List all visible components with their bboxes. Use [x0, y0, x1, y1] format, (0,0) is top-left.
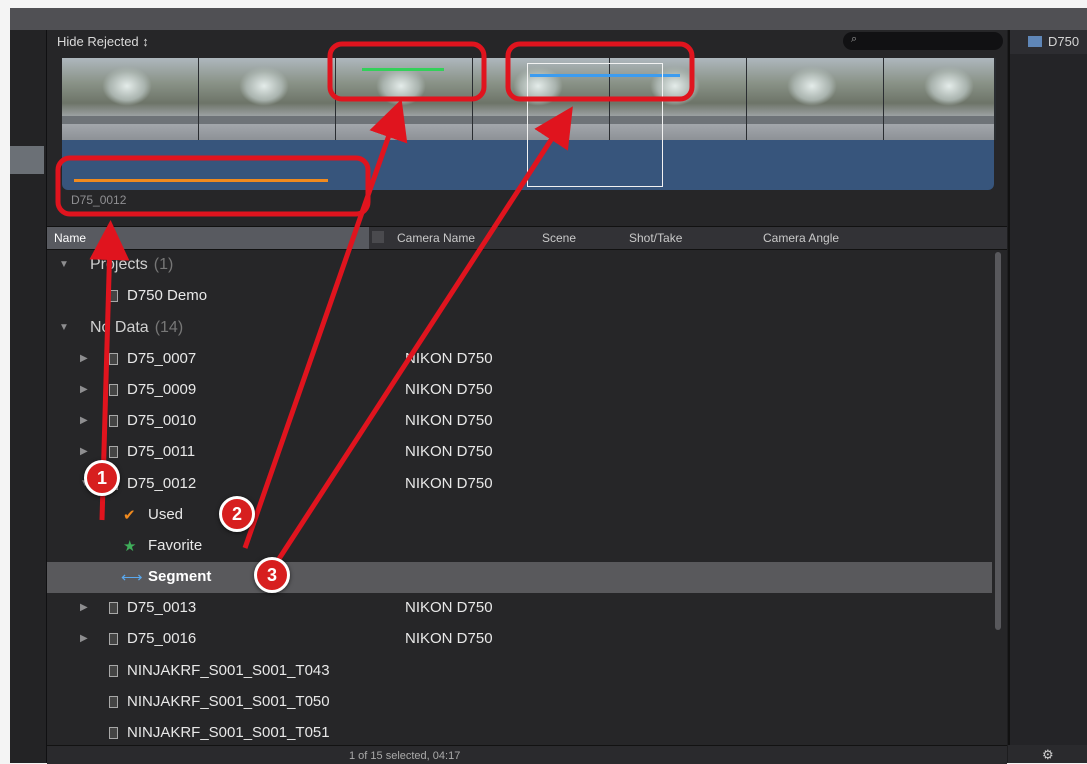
- list-item-nodata[interactable]: ▼ No Data (14): [47, 313, 992, 344]
- keyword-icon: ⟷: [121, 569, 143, 586]
- camera-name-cell: NIKON D750: [405, 599, 493, 616]
- clip-icon: [109, 633, 118, 645]
- clip-icon: [109, 665, 118, 677]
- used-range-bar[interactable]: [74, 179, 328, 182]
- table-row[interactable]: NINJAKRF_S001_S001_T043: [47, 656, 992, 687]
- clip-name-label: D75_0012: [71, 193, 127, 207]
- filmstrip-frame: [747, 58, 885, 140]
- table-row[interactable]: ▶ D75_0013 NIKON D750: [47, 593, 992, 624]
- table-row[interactable]: ▶ D75_0009 NIKON D750: [47, 375, 992, 406]
- camera-name-cell: NIKON D750: [405, 412, 493, 429]
- libraries-rail: [10, 30, 47, 763]
- callout-3: 3: [254, 557, 290, 593]
- table-row[interactable]: NINJAKRF_S001_S001_T051: [47, 718, 992, 745]
- callout-1: 1: [84, 460, 120, 496]
- clip-icon: [109, 415, 118, 427]
- list-scrollbar[interactable]: [995, 252, 1001, 630]
- camera-name-cell: NIKON D750: [405, 443, 493, 460]
- column-camera-name[interactable]: Camera Name: [397, 231, 475, 245]
- column-scene[interactable]: Scene: [542, 231, 576, 245]
- star-icon: ★: [123, 538, 137, 555]
- table-row[interactable]: ▶ D75_0016 NIKON D750: [47, 624, 992, 655]
- list-item-project[interactable]: D750 Demo: [47, 281, 992, 312]
- selection-status: 1 of 15 selected, 04:17: [349, 750, 461, 762]
- column-name[interactable]: Name: [47, 227, 369, 249]
- disclosure-right-icon[interactable]: ▶: [80, 633, 88, 644]
- list-column-header: Name Camera Name Scene Shot/Take Camera …: [47, 226, 1007, 250]
- clip-icon: [109, 446, 118, 458]
- callout-2: 2: [219, 496, 255, 532]
- clip-icon: [109, 696, 118, 708]
- table-row[interactable]: NINJAKRF_S001_S001_T050: [47, 687, 992, 718]
- viewer-title: D750: [1048, 34, 1080, 49]
- filter-menu[interactable]: Hide Rejected ↕: [57, 34, 149, 49]
- clip-icon: [109, 384, 118, 396]
- column-shot-take[interactable]: Shot/Take: [629, 231, 682, 245]
- search-field[interactable]: ⌕: [843, 32, 1003, 50]
- disclosure-right-icon[interactable]: ▶: [80, 446, 88, 457]
- checkmark-icon: ✔: [123, 507, 136, 524]
- library-tab[interactable]: [10, 146, 44, 174]
- list-item-segment[interactable]: ⟷ Segment: [47, 562, 992, 593]
- disclosure-down-icon[interactable]: ▼: [59, 259, 69, 270]
- column-sort-icon[interactable]: [372, 231, 384, 243]
- column-camera-angle[interactable]: Camera Angle: [763, 231, 839, 245]
- disclosure-right-icon[interactable]: ▶: [80, 353, 88, 364]
- list-item-used[interactable]: ✔ Used: [47, 500, 992, 531]
- viewer-header: D750: [1010, 30, 1087, 54]
- camera-name-cell: NIKON D750: [405, 350, 493, 367]
- search-icon: ⌕: [851, 33, 858, 45]
- browser-status-bar: 1 of 15 selected, 04:17: [47, 745, 1007, 764]
- camera-name-cell: NIKON D750: [405, 475, 493, 492]
- list-item-projects[interactable]: ▼ Projects (1): [47, 250, 992, 281]
- disclosure-down-icon[interactable]: ▼: [59, 322, 69, 333]
- favorite-range-bar[interactable]: [362, 68, 444, 71]
- selection-range[interactable]: [527, 63, 663, 187]
- disclosure-right-icon[interactable]: ▶: [80, 384, 88, 395]
- clip-icon: [109, 727, 118, 739]
- window-top-strip: [10, 8, 1087, 30]
- project-icon: [109, 290, 118, 302]
- table-row[interactable]: ▶ D75_0010 NIKON D750: [47, 406, 992, 437]
- table-row[interactable]: ▶ D75_0011 NIKON D750: [47, 437, 992, 468]
- clip-icon: [109, 353, 118, 365]
- camera-name-cell: NIKON D750: [405, 630, 493, 647]
- filmstrip-frame: [199, 58, 337, 140]
- table-row[interactable]: ▼ D75_0012 NIKON D750: [47, 469, 992, 500]
- viewer-panel: D750: [1008, 30, 1087, 763]
- list-item-favorite[interactable]: ★ Favorite: [47, 531, 992, 562]
- disclosure-right-icon[interactable]: ▶: [80, 415, 88, 426]
- filmstrip-frame: [62, 58, 200, 140]
- clip-icon: [109, 602, 118, 614]
- disclosure-right-icon[interactable]: ▶: [80, 602, 88, 613]
- table-row[interactable]: ▶ D75_0007 NIKON D750: [47, 344, 992, 375]
- clip-filmstrip-icon: [1028, 36, 1042, 47]
- camera-name-cell: NIKON D750: [405, 381, 493, 398]
- settings-icon[interactable]: ⚙: [1042, 747, 1054, 763]
- viewer-bottom-bar: ⚙: [1008, 745, 1087, 763]
- filmstrip-frame: [884, 58, 996, 140]
